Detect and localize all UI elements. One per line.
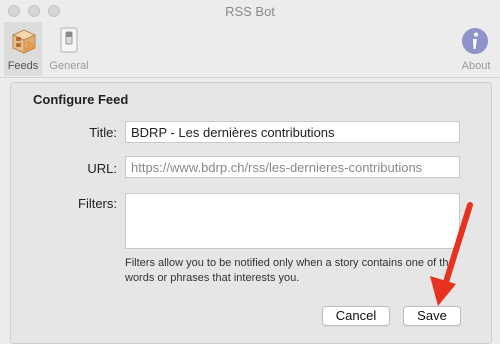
url-label: URL: bbox=[87, 161, 117, 176]
title-bar: RSS Bot bbox=[0, 0, 500, 22]
tab-general[interactable]: General bbox=[46, 22, 92, 76]
switch-icon bbox=[60, 27, 78, 53]
tab-about-label: About bbox=[461, 60, 491, 72]
info-icon bbox=[462, 28, 488, 54]
url-field[interactable]: https://www.bdrp.ch/rss/les-dernieres-co… bbox=[125, 156, 460, 178]
tab-general-label: General bbox=[49, 60, 89, 72]
toolbar: Feeds General About bbox=[0, 22, 500, 76]
configure-feed-panel: Configure Feed Title: BDRP - Les dernièr… bbox=[10, 82, 492, 344]
title-label: Title: bbox=[89, 125, 117, 140]
cancel-button[interactable]: Cancel bbox=[322, 306, 390, 326]
window-title: RSS Bot bbox=[225, 4, 275, 19]
filters-help-text: Filters allow you to be notified only wh… bbox=[125, 257, 455, 284]
toolbar-divider bbox=[0, 77, 500, 78]
save-button[interactable]: Save bbox=[403, 306, 461, 326]
box-rss-icon bbox=[11, 29, 37, 54]
tab-feeds[interactable]: Feeds bbox=[4, 22, 42, 76]
preferences-window: RSS Bot Feeds General About Configure Fe… bbox=[0, 0, 500, 344]
tab-about[interactable]: About bbox=[454, 22, 498, 76]
section-title: Configure Feed bbox=[33, 92, 129, 107]
title-field[interactable]: BDRP - Les dernières contributions bbox=[125, 121, 460, 143]
filters-field[interactable] bbox=[125, 193, 460, 249]
tab-feeds-label: Feeds bbox=[7, 60, 39, 72]
filters-label: Filters: bbox=[78, 196, 117, 211]
